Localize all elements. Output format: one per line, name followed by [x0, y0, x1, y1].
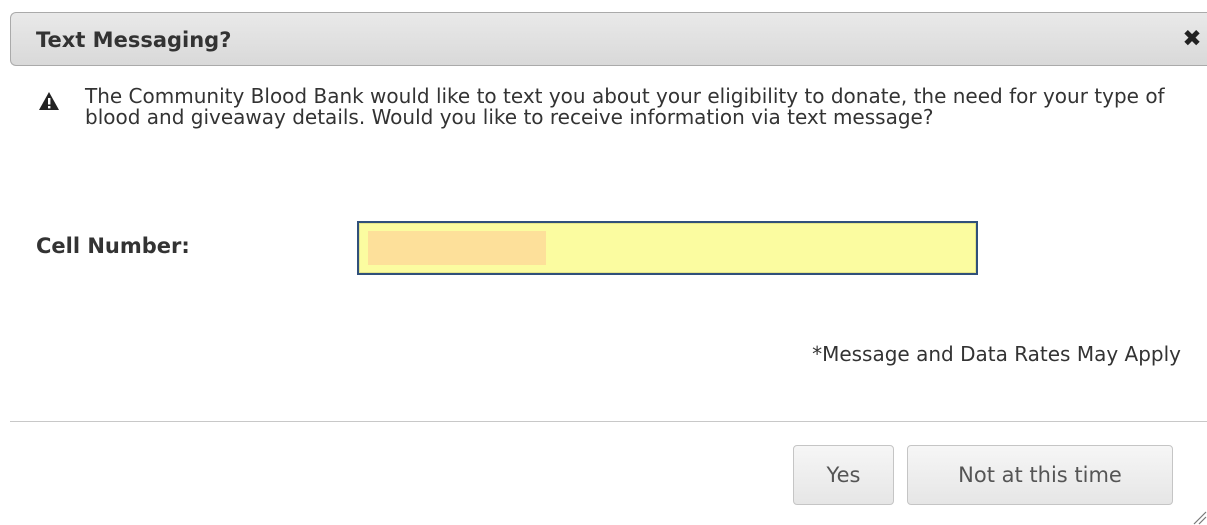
yes-button[interactable]: Yes: [793, 445, 894, 505]
cell-number-label: Cell Number:: [36, 234, 190, 258]
not-at-this-time-button[interactable]: Not at this time: [907, 445, 1173, 505]
footer-divider: [10, 421, 1207, 422]
text-messaging-dialog: Text Messaging? ✖ The Community Blood Ba…: [0, 0, 1207, 525]
dialog-title: Text Messaging?: [36, 28, 232, 52]
redacted-value: [368, 231, 546, 265]
dialog-titlebar[interactable]: Text Messaging? ✖: [10, 12, 1207, 66]
warning-triangle-icon: [39, 92, 59, 110]
rates-note: *Message and Data Rates May Apply: [812, 342, 1181, 366]
close-icon[interactable]: ✖: [1180, 26, 1204, 52]
message-text: The Community Blood Bank would like to t…: [85, 84, 1165, 129]
resize-grip-icon[interactable]: [1189, 507, 1207, 525]
